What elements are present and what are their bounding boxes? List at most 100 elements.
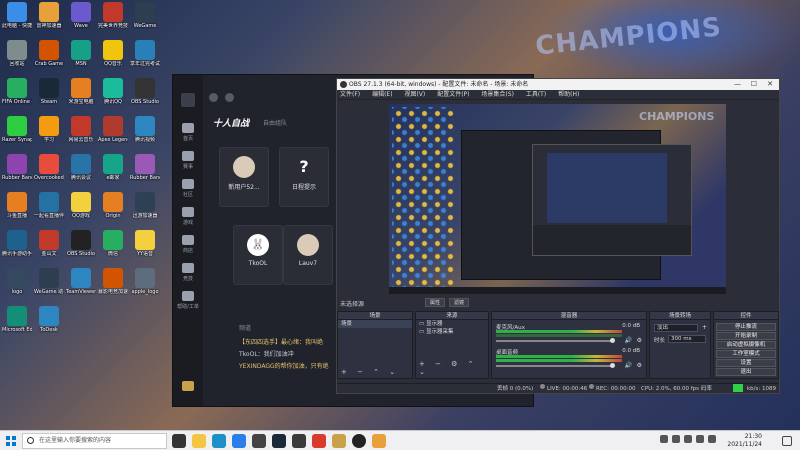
desktop-icon[interactable]: Wave [66,2,96,40]
desktop-icon[interactable]: 微信 [98,230,128,268]
desktop-icon[interactable]: 腾讯会议 [66,154,96,192]
menu-scene-collection[interactable]: 场景集合(S) [481,91,514,98]
desktop-icon[interactable]: 此电脑 - 快捷方式 [2,2,32,40]
desktop-icon[interactable]: 腾讯手游助手 [2,230,32,268]
desktop-icon[interactable]: WeGame 助手 [34,268,64,306]
volume-slider[interactable] [496,365,614,367]
speaker-icon[interactable]: 🔊 [625,362,632,369]
virtual-camera-button[interactable]: 启动虚拟摄像机 [716,341,776,349]
sidebar-item-events[interactable]: 赛事 [173,151,203,170]
menu-help[interactable]: 帮助(H) [558,91,579,98]
desktop-icon[interactable]: QQ游戏 [66,192,96,230]
maximize-icon[interactable]: ☐ [751,79,757,90]
volume-knob[interactable] [610,363,615,368]
app-icon[interactable] [332,434,346,448]
desktop-icon[interactable]: 斗鱼直播 [2,192,32,230]
app-icon[interactable] [372,434,386,448]
player-card[interactable]: ? 日程提示 [279,147,329,207]
menu-edit[interactable]: 编辑(E) [372,91,392,98]
desktop-icon[interactable]: OBS Studio [130,78,160,116]
forward-icon[interactable] [225,93,234,102]
desktop-icon[interactable]: 回收站 [2,40,32,78]
sidebar-item-community[interactable]: 社区 [173,179,203,198]
app-icon[interactable] [292,434,306,448]
app-icon[interactable] [312,434,326,448]
add-transition-icon[interactable]: + [702,324,707,331]
tray-icon[interactable] [672,435,680,443]
desktop-icon[interactable]: QQ音乐 [98,40,128,78]
player-card[interactable]: 🐰 TkoOL [233,225,283,285]
source-item[interactable]: ▭ 显示器采集 [416,328,488,336]
desktop-icon[interactable]: OBS Studio [66,230,96,268]
desktop-icon[interactable]: 腾讯视频 [130,116,160,154]
close-icon[interactable]: ✕ [767,79,773,90]
desktop-icon[interactable]: 雷神加速器 [34,2,64,40]
sidebar-item-games[interactable]: 游戏 [173,207,203,226]
sidebar-settings[interactable] [173,381,203,393]
sidebar-item-shop[interactable]: 商店 [173,235,203,254]
volume-slider[interactable] [496,340,614,342]
desktop-icon[interactable]: FIFA Online 4 [2,78,32,116]
menu-view[interactable]: 视图(V) [404,91,425,98]
desktop-icon[interactable]: 网易云音乐 [66,116,96,154]
gear-icon[interactable]: ⚙ [637,362,642,369]
desktop-icon[interactable]: 一起看直播伴侣 [34,192,64,230]
desktop-icon[interactable]: Razer Synapse [2,116,32,154]
settings-button[interactable]: 设置 [716,359,776,367]
desktop-icon[interactable]: e邮家 [98,154,128,192]
desktop-icon[interactable]: 学习 [34,116,64,154]
properties-button[interactable]: 属性 [425,298,446,307]
notification-icon[interactable] [782,436,792,446]
transition-select[interactable]: 淡出 [654,324,698,332]
desktop-icon[interactable]: 完美世界竞技平台 [98,2,128,40]
app-icon[interactable] [252,434,266,448]
studio-mode-button[interactable]: 工作室模式 [716,350,776,358]
clock[interactable]: 21:30 2021/11/24 [727,433,762,449]
desktop-icon[interactable]: Steam [34,78,64,116]
gear-icon[interactable]: ⚙ [637,337,642,344]
player-card[interactable]: Lauv7 [283,225,333,285]
ime-icon[interactable] [708,435,716,443]
desktop-icon[interactable]: YY语音 [130,230,160,268]
desktop-icon[interactable]: 米游宝电脑 [66,78,96,116]
back-icon[interactable] [209,93,218,102]
source-item[interactable]: ▭ 显示器 [416,320,488,328]
volume-icon[interactable] [696,435,704,443]
tray-icon[interactable] [660,435,668,443]
desktop-icon[interactable]: 腾讯QQ [98,78,128,116]
network-icon[interactable] [684,435,692,443]
desktop-icon[interactable]: WeGame [130,2,160,40]
desktop-icon[interactable]: Rubber Bandits [2,154,32,192]
desktop-icon[interactable]: 暴影电竞加速器 [98,268,128,306]
desktop-icon[interactable]: 金山文 [34,230,64,268]
sidebar-item-competition[interactable]: 竞技 [173,263,203,282]
taskbar-search[interactable]: 在这里输入你要搜索的内容 [22,433,167,449]
desktop-icon[interactable]: Rubber Bandits [130,154,160,192]
duration-input[interactable]: 300 ms [668,335,706,343]
desktop-icon[interactable]: Overcooked 2 [34,154,64,192]
desktop-icon[interactable]: Origin [98,192,128,230]
desktop-icon[interactable]: 迅游加速器 [130,192,160,230]
desktop-icon[interactable]: Microsoft Edge [2,306,32,344]
menu-profile[interactable]: 配置文件(P) [437,91,469,98]
desktop-icon[interactable]: Crab Game [34,40,64,78]
desktop-icon[interactable]: logo [2,268,32,306]
menu-tools[interactable]: 工具(T) [526,91,546,98]
sidebar-item-home[interactable]: 首页 [173,123,203,142]
source-controls[interactable]: + − ⚙ ⌃ ⌄ [419,360,488,376]
player-card[interactable]: 新用户52... [219,147,269,207]
desktop-icon[interactable]: ToDesk [34,306,64,344]
store-icon[interactable] [232,434,246,448]
menu-file[interactable]: 文件(F) [340,91,360,98]
start-button[interactable] [6,436,16,446]
steam-icon[interactable] [272,434,286,448]
scene-controls[interactable]: + − ⌃ ⌄ [341,368,399,376]
sidebar-item-help[interactable]: 帮助/工单 [173,291,203,310]
task-view-icon[interactable] [172,434,186,448]
desktop-icon[interactable]: 享年过完考试手册 [130,40,160,78]
minimize-icon[interactable]: — [734,79,741,90]
exit-button[interactable]: 退出 [716,368,776,376]
volume-knob[interactable] [610,338,615,343]
desktop-icon[interactable]: apple_logo [130,268,160,306]
obs-taskbar-icon[interactable] [352,434,366,448]
